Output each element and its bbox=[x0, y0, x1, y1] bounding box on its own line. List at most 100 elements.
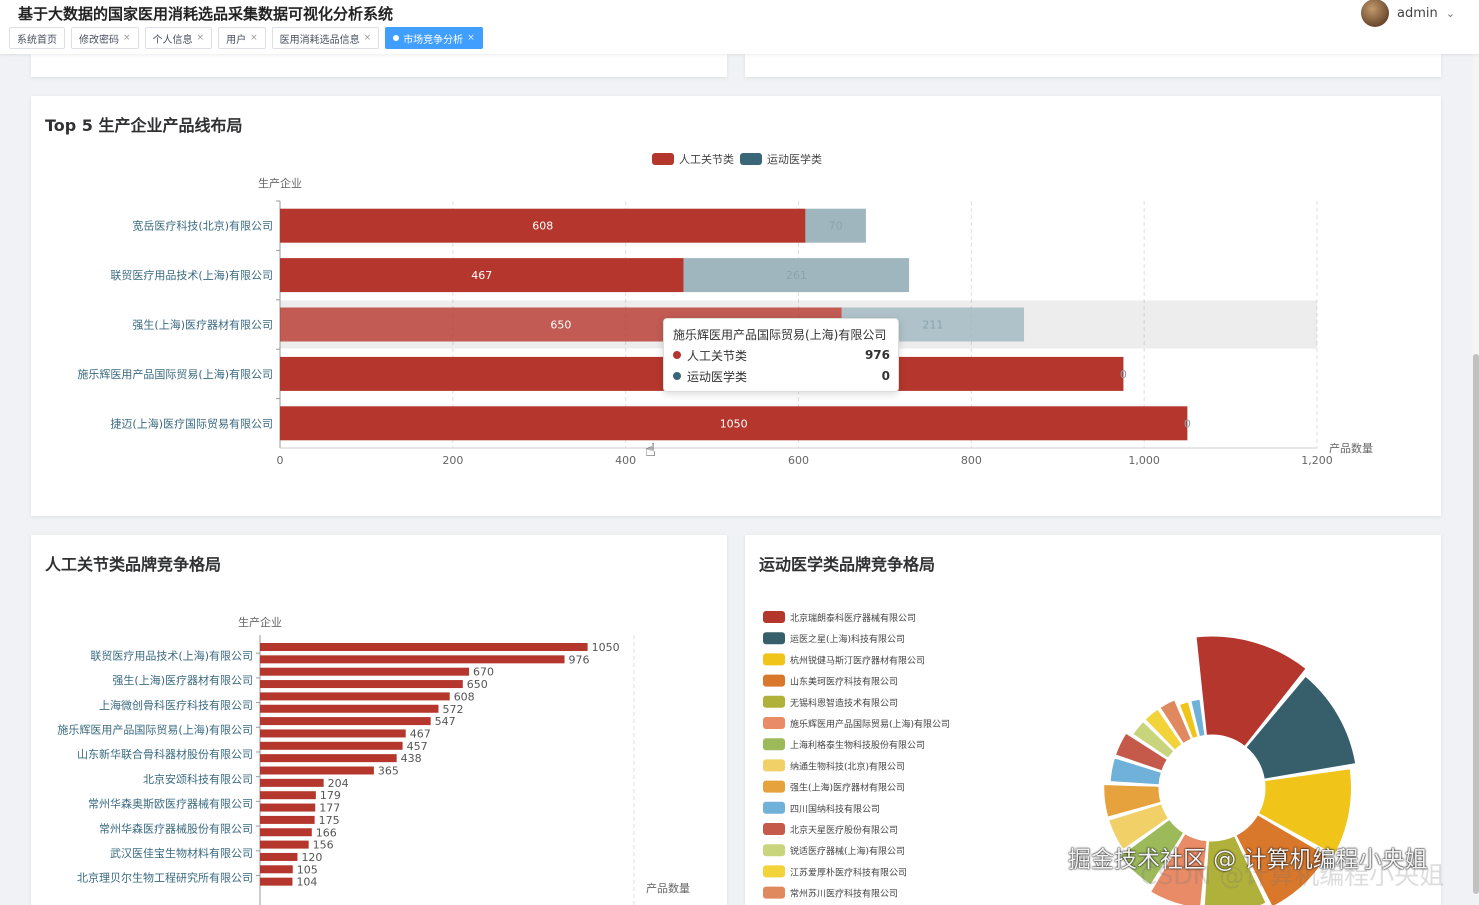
legend-swatch bbox=[763, 844, 785, 857]
tab-users[interactable]: 用户 × bbox=[218, 27, 266, 49]
hand-cursor-icon: ☝ bbox=[645, 440, 656, 461]
active-dot-icon bbox=[393, 35, 400, 41]
y-category-label: 施乐辉医用产品国际贸易(上海)有限公司 bbox=[77, 367, 273, 381]
y-category-label: 常州华森奥斯欧医疗器械有限公司 bbox=[88, 797, 253, 811]
legend-label: 山东美珂医疗科技有限公司 bbox=[790, 676, 898, 688]
bar bbox=[260, 766, 374, 775]
legend-swatch bbox=[763, 759, 785, 772]
user-name[interactable]: admin bbox=[1397, 6, 1438, 21]
card-top5: Top 5 生产企业产品线布局 0 200 400 600 800 1,000 1,200 宽… bbox=[31, 96, 1441, 516]
avatar[interactable] bbox=[1361, 0, 1390, 27]
tooltip-title: 施乐辉医用产品国际贸易(上海)有限公司 bbox=[673, 328, 887, 342]
top5-chart[interactable]: 0 200 400 600 800 1,000 1,200 宽岳医疗科技(北京)有限公司 608… bbox=[31, 96, 1441, 516]
bar bbox=[260, 667, 470, 676]
legend-label: 上海利格泰生物科技股份有限公司 bbox=[790, 739, 925, 751]
bar bbox=[260, 692, 450, 701]
close-icon[interactable]: × bbox=[197, 33, 205, 43]
series-dot-icon bbox=[673, 372, 681, 380]
joint-chart[interactable]: 生产企业产品数量 1050976 670650608572547 4674574383… bbox=[31, 535, 727, 905]
tab-profile[interactable]: 个人信息 × bbox=[144, 27, 213, 49]
legend-label: 北京瑞朗泰科医疗器械有限公司 bbox=[790, 612, 916, 624]
bar-data-label: 166 bbox=[316, 826, 337, 839]
legend-label: 杭州锐健马斯汀医疗器材有限公司 bbox=[790, 654, 925, 666]
bar-data-label: 177 bbox=[319, 802, 340, 815]
tooltip-row: 运动医学类 0 bbox=[673, 367, 890, 385]
user-menu[interactable]: admin ⌄ bbox=[1361, 0, 1455, 27]
y-category-label: 联贸医疗用品技术(上海)有限公司 bbox=[110, 268, 273, 282]
tab-consumables[interactable]: 医用消耗选品信息 × bbox=[271, 27, 380, 49]
bar-data-label: 572 bbox=[442, 703, 463, 716]
bar-data-label: 457 bbox=[407, 740, 428, 753]
legend-swatch bbox=[763, 653, 785, 666]
legend-swatch bbox=[763, 801, 785, 814]
bar-data-label: 650 bbox=[550, 319, 571, 332]
chevron-down-icon[interactable]: ⌄ bbox=[1446, 7, 1455, 20]
bar-data-label: 365 bbox=[378, 765, 399, 778]
card-joint: 人工关节类品牌竞争格局 生产企业 产品数量 1050 976 670 650 608 572 5… bbox=[31, 535, 727, 905]
x-tick-label: 600 bbox=[788, 454, 809, 467]
y-category-label: 常州华森医疗器械股份有限公司 bbox=[99, 821, 253, 835]
bar-data-label: 104 bbox=[296, 876, 317, 889]
legend-swatch bbox=[763, 780, 785, 793]
tab-change-password[interactable]: 修改密码 × bbox=[71, 27, 139, 49]
bar-data-label: 438 bbox=[401, 752, 422, 765]
legend-label: 运动医学类 bbox=[767, 152, 822, 166]
legend-swatch bbox=[740, 153, 762, 165]
y-category-label: 联贸医疗用品技术(上海)有限公司 bbox=[90, 648, 253, 662]
x-tick-label: 1,200 bbox=[1301, 454, 1333, 467]
bar bbox=[260, 815, 315, 824]
legend-swatch bbox=[763, 717, 785, 729]
bar bbox=[260, 655, 565, 664]
tab-home[interactable]: 系统首页 bbox=[9, 27, 65, 49]
y-category-label: 强生(上海)医疗器材有限公司 bbox=[112, 673, 253, 687]
bar bbox=[260, 729, 406, 738]
bar bbox=[260, 680, 463, 689]
y-category-label: 山东新华联合骨科器材股份有限公司 bbox=[77, 747, 253, 761]
bar-data-label: 211 bbox=[922, 319, 943, 332]
legend-label: 无锡科恩智造技术有限公司 bbox=[790, 697, 898, 709]
bar bbox=[260, 877, 293, 886]
y-axis-title: 生产企业 bbox=[238, 615, 282, 629]
tooltip-value: 976 bbox=[864, 348, 890, 362]
bar bbox=[260, 704, 439, 713]
legend-swatch bbox=[763, 674, 785, 687]
tab-label: 医用消耗选品信息 bbox=[279, 34, 360, 46]
x-tick-label: 1,000 bbox=[1128, 454, 1160, 467]
page-scrollbar[interactable] bbox=[1473, 54, 1479, 895]
bar-data-label: 976 bbox=[569, 653, 590, 666]
y-axis-title: 生产企业 bbox=[258, 176, 302, 190]
legend-swatch bbox=[763, 865, 785, 878]
scrollbar-thumb[interactable] bbox=[1473, 354, 1479, 894]
tab-market-analysis[interactable]: 市场竞争分析 × bbox=[385, 27, 483, 49]
bar bbox=[260, 754, 397, 763]
close-icon[interactable]: × bbox=[123, 33, 131, 43]
bar-data-label: 261 bbox=[786, 269, 807, 282]
legend-swatch bbox=[763, 823, 785, 835]
y-category-label: 强生(上海)医疗器材有限公司 bbox=[132, 318, 273, 332]
x-tick-label: 0 bbox=[277, 454, 284, 467]
legend-swatch bbox=[763, 632, 785, 645]
x-axis-title: 产品数量 bbox=[646, 881, 690, 895]
card-above-right bbox=[745, 54, 1441, 77]
tooltip-label: 人工关节类 bbox=[687, 348, 748, 363]
tooltip-row: 人工关节类 976 bbox=[673, 346, 890, 364]
legend-label: 锐适医疗器械(上海)有限公司 bbox=[790, 845, 905, 857]
bar bbox=[260, 741, 403, 750]
top-bar: 基于大数据的国家医用消耗选品采集数据可视化分析系统 admin ⌄ 系统首页 修… bbox=[0, 0, 1479, 54]
close-icon[interactable]: × bbox=[250, 33, 258, 43]
bar bbox=[260, 643, 588, 651]
x-axis-title: 产品数量 bbox=[1329, 441, 1373, 455]
legend-label: 纳通生物科技(北京)有限公司 bbox=[790, 760, 905, 772]
bar-data-label: 467 bbox=[410, 727, 431, 740]
tooltip-label: 运动医学类 bbox=[687, 369, 748, 384]
legend-swatch bbox=[763, 695, 785, 708]
legend-label: 江苏爱厚朴医疗科技有限公司 bbox=[790, 866, 907, 878]
bar bbox=[260, 717, 431, 726]
bar-data-label: 179 bbox=[320, 789, 341, 802]
tab-label: 系统首页 bbox=[17, 34, 57, 46]
legend-label: 常州苏川医疗科技有限公司 bbox=[790, 888, 898, 900]
close-icon[interactable]: × bbox=[364, 33, 372, 43]
close-icon[interactable]: × bbox=[467, 33, 475, 43]
legend-swatch bbox=[763, 611, 785, 623]
bar-data-label: 467 bbox=[471, 269, 492, 282]
